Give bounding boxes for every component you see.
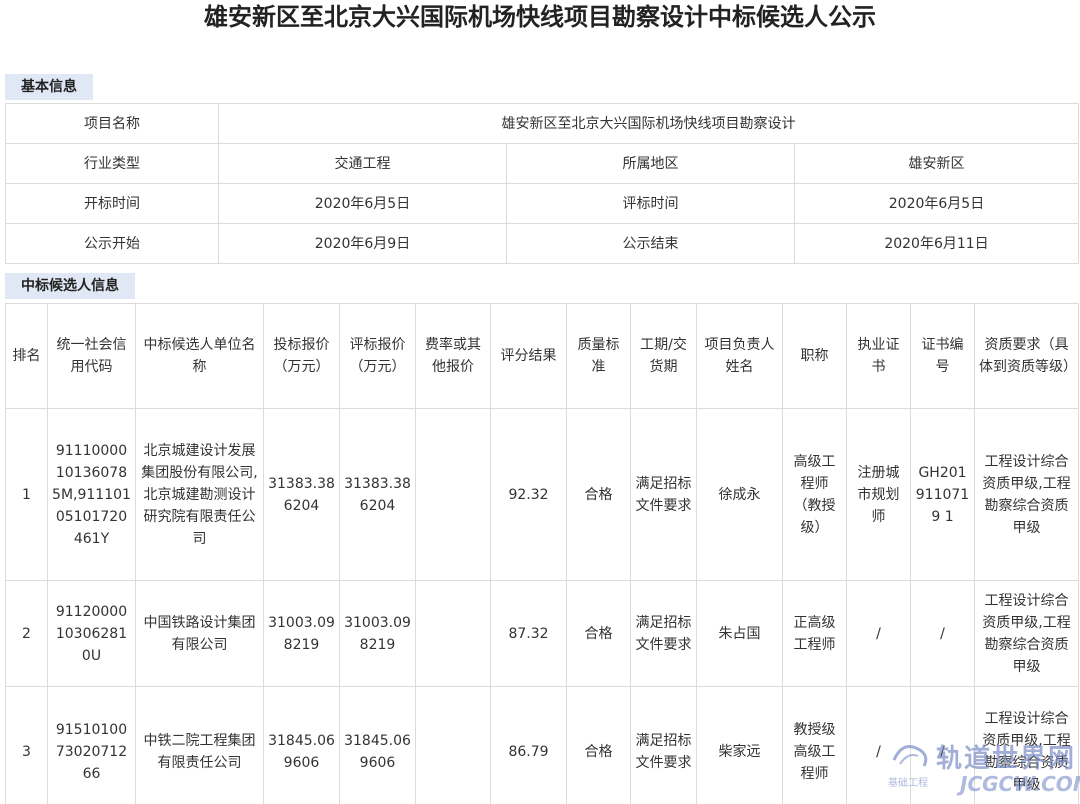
project-name-value: 雄安新区至北京大兴国际机场快线项目勘察设计 [218,103,1079,144]
cell-license: / [846,580,911,687]
cell-credit-code: 91120000103062810U [47,580,136,687]
cell-rank: 1 [5,408,48,581]
basic-row-project: 项目名称 雄安新区至北京大兴国际机场快线项目勘察设计 [5,103,1079,144]
col-header-company: 中标候选人单位名称 [135,303,264,409]
col-header-eval-price: 评标报价（万元） [339,303,416,409]
cell-credit-code: 915101007302071266 [47,686,136,804]
col-header-title: 职称 [782,303,847,409]
pub-end-label: 公示结束 [506,223,795,264]
pub-end-value: 2020年6月11日 [794,223,1079,264]
cell-title: 正高级工程师 [782,580,847,687]
col-header-bid-price: 投标报价（万元） [263,303,340,409]
page-title: 雄安新区至北京大兴国际机场快线项目勘察设计中标候选人公示 [204,3,876,31]
table-row: 3 915101007302071266 中铁二院工程集团有限责任公司 3184… [5,686,1079,804]
cell-company: 中国铁路设计集团有限公司 [135,580,264,687]
cell-score: 87.32 [490,580,567,687]
cell-qualification: 工程设计综合资质甲级,工程勘察综合资质甲级 [974,408,1079,581]
page: 雄安新区至北京大兴国际机场快线项目勘察设计中标候选人公示 基本信息 项目名称 雄… [0,0,1080,804]
section-label-basic-info: 基本信息 [5,74,93,100]
eval-time-value: 2020年6月5日 [794,183,1079,224]
cell-license: 注册城市规划师 [846,408,911,581]
basic-row-times: 开标时间 2020年6月5日 评标时间 2020年6月5日 [5,183,1079,224]
cell-cert-no: / [910,580,975,687]
cell-bid-price: 31003.098219 [263,580,340,687]
pub-start-value: 2020年6月9日 [218,223,507,264]
cell-manager: 朱占国 [696,580,783,687]
cell-cert-no: GH2019110719 1 [910,408,975,581]
cell-score: 86.79 [490,686,567,804]
col-header-rate: 费率或其他报价 [415,303,491,409]
candidates-table: 排名 统一社会信用代码 中标候选人单位名称 投标报价（万元） 评标报价（万元） … [5,303,1079,804]
col-header-credit-code: 统一社会信用代码 [47,303,136,409]
cell-cert-no: / [910,686,975,804]
basic-info-table: 项目名称 雄安新区至北京大兴国际机场快线项目勘察设计 行业类型 交通工程 所属地… [5,103,1079,264]
cell-qualification: 工程设计综合资质甲级,工程勘察综合资质甲级 [974,580,1079,687]
col-header-quality: 质量标准 [566,303,631,409]
cell-period: 满足招标文件要求 [630,686,697,804]
basic-row-industry: 行业类型 交通工程 所属地区 雄安新区 [5,143,1079,184]
cell-quality: 合格 [566,408,631,581]
cell-credit-code: 91110000101360785M,91110105101720461Y [47,408,136,581]
section-label-candidates: 中标候选人信息 [5,273,135,299]
cell-eval-price: 31845.069606 [339,686,416,804]
region-label: 所属地区 [506,143,795,184]
cell-period: 满足招标文件要求 [630,580,697,687]
col-header-license: 执业证书 [846,303,911,409]
eval-time-label: 评标时间 [506,183,795,224]
cell-bid-price: 31383.386204 [263,408,340,581]
pub-start-label: 公示开始 [5,223,219,264]
industry-value: 交通工程 [218,143,507,184]
region-value: 雄安新区 [794,143,1079,184]
cell-rank: 2 [5,580,48,687]
cell-bid-price: 31845.069606 [263,686,340,804]
cell-qualification: 工程设计综合资质甲级,工程勘察综合资质甲级 [974,686,1079,804]
industry-label: 行业类型 [5,143,219,184]
cell-company: 中铁二院工程集团有限责任公司 [135,686,264,804]
project-name-label: 项目名称 [5,103,219,144]
open-time-value: 2020年6月5日 [218,183,507,224]
cell-period: 满足招标文件要求 [630,408,697,581]
open-time-label: 开标时间 [5,183,219,224]
cell-rate [415,408,491,581]
cell-score: 92.32 [490,408,567,581]
cell-rate [415,580,491,687]
table-row: 1 91110000101360785M,91110105101720461Y … [5,408,1079,581]
cell-rate [415,686,491,804]
table-row: 2 91120000103062810U 中国铁路设计集团有限公司 31003.… [5,580,1079,687]
cell-manager: 徐成永 [696,408,783,581]
cell-title: 教授级高级工程师 [782,686,847,804]
cell-company: 北京城建设计发展集团股份有限公司,北京城建勘测设计研究院有限责任公司 [135,408,264,581]
cell-license: / [846,686,911,804]
col-header-manager: 项目负责人姓名 [696,303,783,409]
cell-quality: 合格 [566,580,631,687]
cell-eval-price: 31003.098219 [339,580,416,687]
cell-title: 高级工程师（教授级） [782,408,847,581]
cell-manager: 柴家远 [696,686,783,804]
col-header-score: 评分结果 [490,303,567,409]
cell-eval-price: 31383.386204 [339,408,416,581]
basic-row-publicity: 公示开始 2020年6月9日 公示结束 2020年6月11日 [5,223,1079,264]
cell-quality: 合格 [566,686,631,804]
col-header-qualification: 资质要求（具体到资质等级） [974,303,1079,409]
col-header-rank: 排名 [5,303,48,409]
cell-rank: 3 [5,686,48,804]
col-header-cert-no: 证书编号 [910,303,975,409]
candidates-header-row: 排名 统一社会信用代码 中标候选人单位名称 投标报价（万元） 评标报价（万元） … [5,303,1079,409]
col-header-period: 工期/交货期 [630,303,697,409]
